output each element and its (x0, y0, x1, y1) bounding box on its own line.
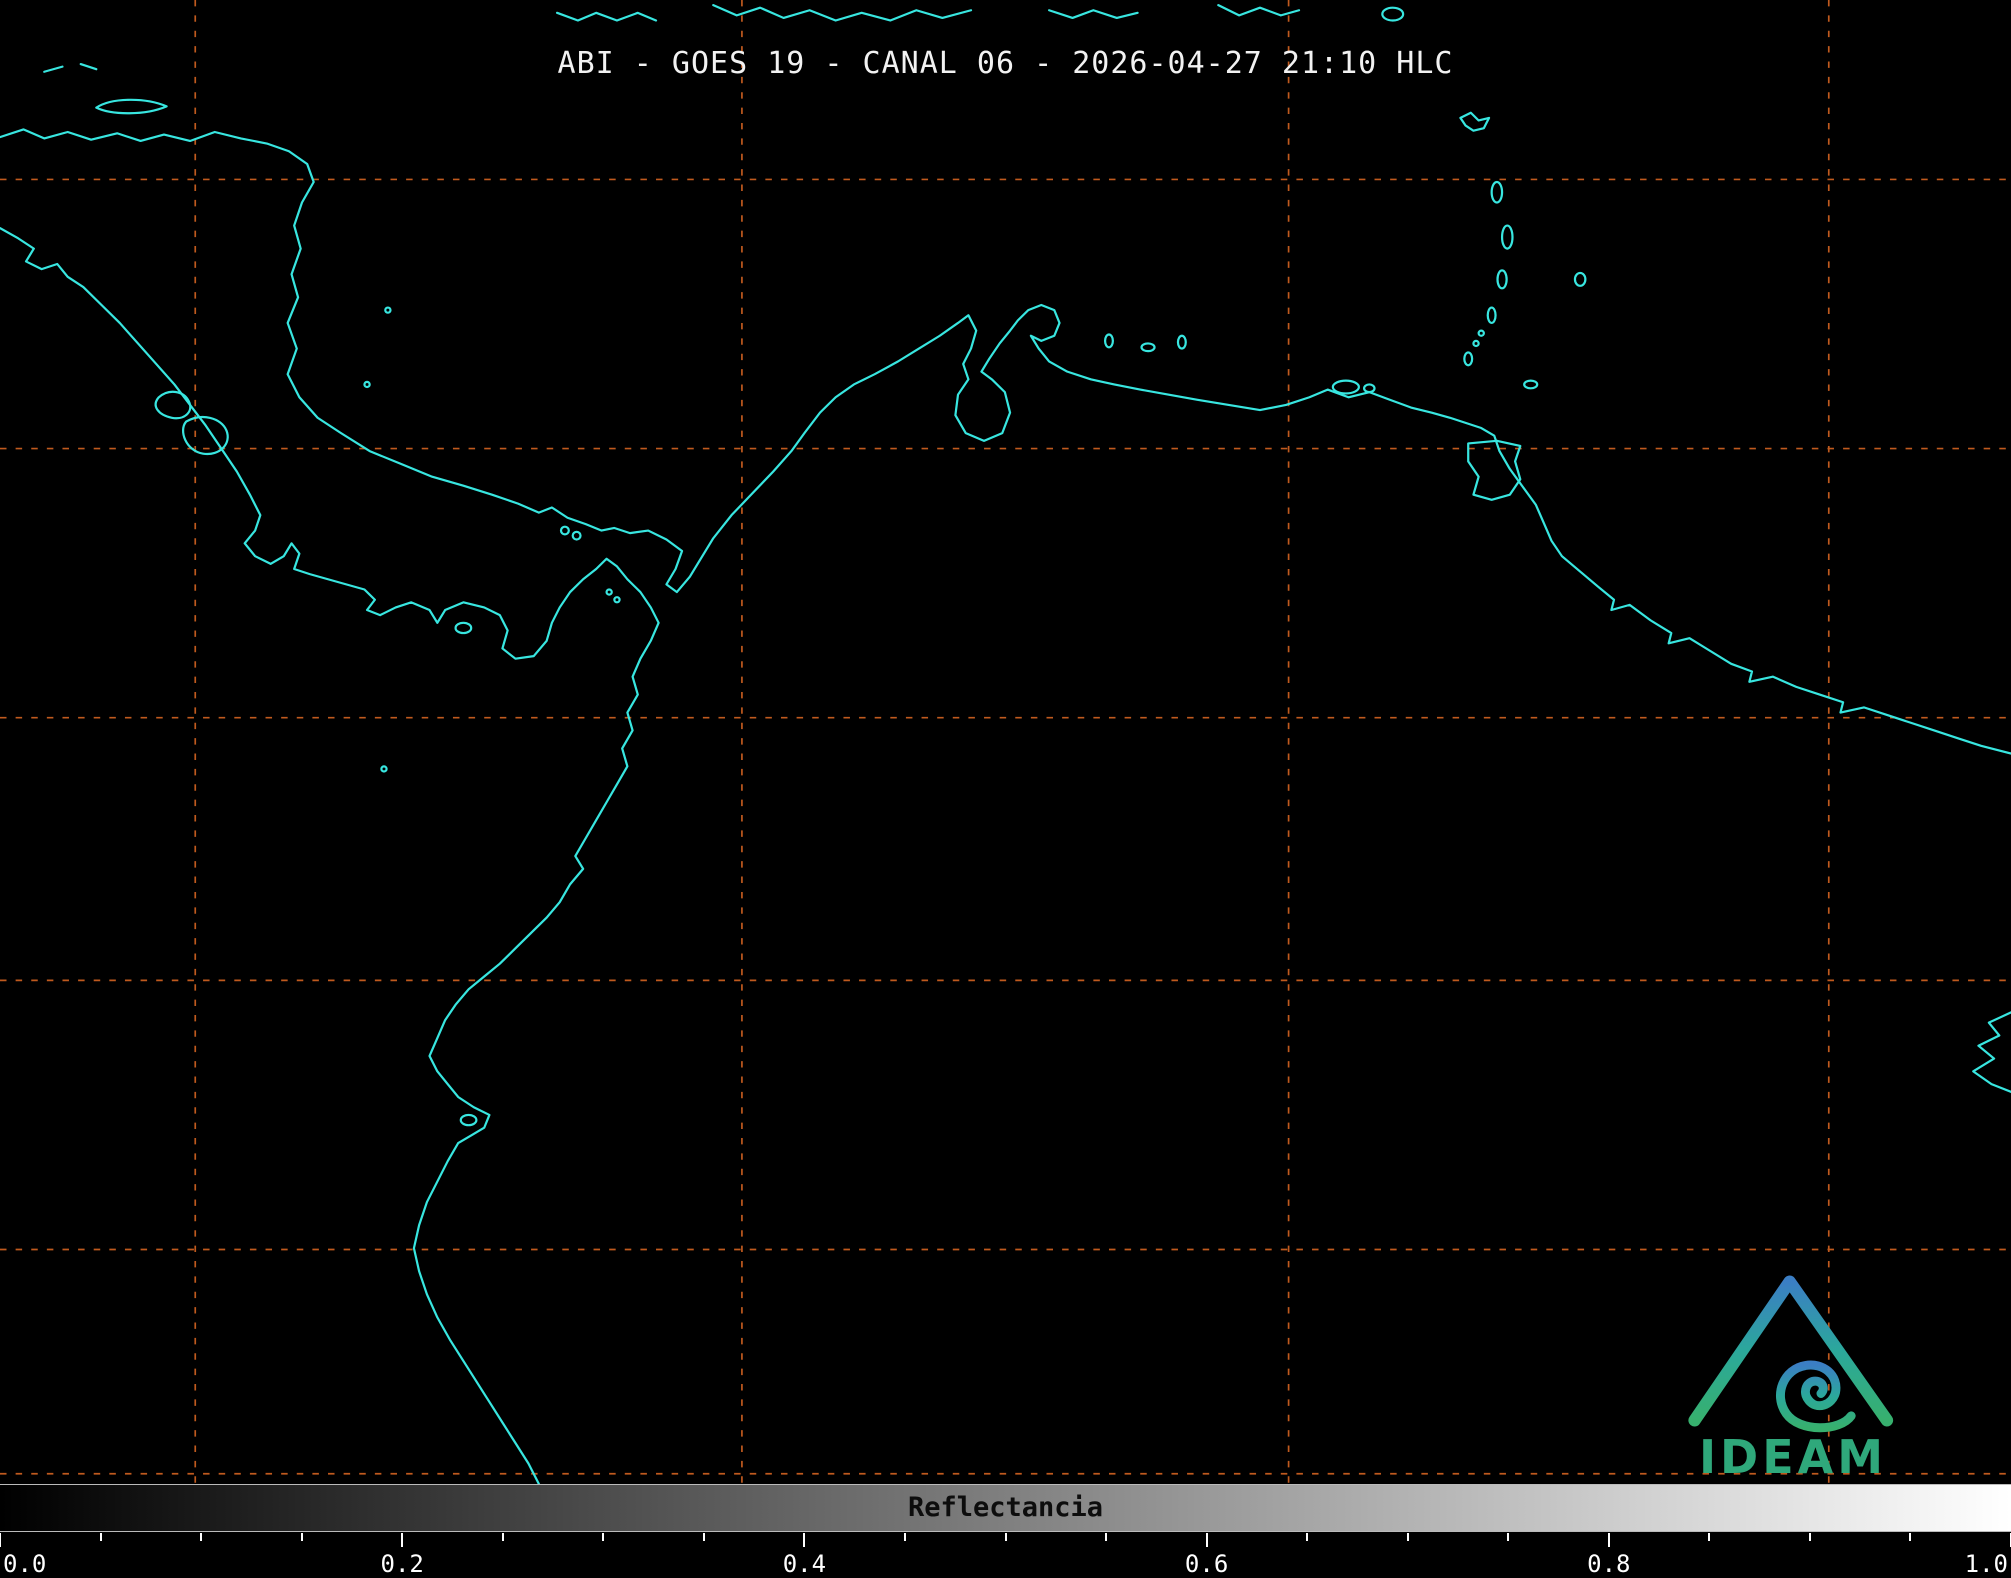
colorbar-tick-label: 0.4 (782, 1550, 827, 1578)
island-trinidad (1467, 439, 1522, 501)
island-barbados (1573, 271, 1587, 287)
colorbar-tick-label: 1.0 (1964, 1550, 2008, 1578)
minor-tick (99, 1533, 102, 1541)
island-dot (1472, 339, 1480, 348)
colorbar-tick-label: 0.6 (1184, 1550, 1229, 1578)
logo-spiral-icon (1776, 1360, 1856, 1433)
island-stlucia (1496, 269, 1508, 290)
colorbar-ticks: 0.0 0.2 0.4 0.6 0.8 1.0 (0, 1533, 2011, 1578)
minor-tick (1909, 1533, 1912, 1541)
major-tick (0, 1533, 1, 1547)
image-title: ABI - GOES 19 - CANAL 06 - 2026-04-27 21… (557, 46, 1454, 81)
coast-top-fragment (1047, 9, 1139, 20)
minor-tick (903, 1533, 906, 1541)
island-dot (605, 588, 613, 596)
island-dot (384, 306, 392, 314)
major-tick (401, 1533, 404, 1547)
coast-pacific (0, 227, 660, 1484)
ideam-logo: IDEAM (1681, 1257, 1905, 1480)
minor-tick (1306, 1533, 1309, 1541)
colorbar: Reflectancia (0, 1484, 2011, 1532)
logo-mountain-icon (1688, 1275, 1894, 1427)
minor-tick (1808, 1533, 1811, 1541)
major-tick (1607, 1533, 1610, 1547)
island-martinique (1500, 224, 1514, 250)
minor-tick (1004, 1533, 1007, 1541)
minor-tick (702, 1533, 705, 1541)
minor-tick (1406, 1533, 1409, 1541)
minor-tick (602, 1533, 605, 1541)
coast-top-fragment (1217, 4, 1301, 17)
island-dominica (1490, 180, 1504, 204)
island-margarita (1331, 379, 1360, 395)
island-curacao (1140, 342, 1156, 353)
ideam-logo-icon (1688, 1275, 1894, 1433)
coast-top-fragment (555, 11, 658, 22)
island-grenada (1463, 351, 1474, 367)
colorbar-label: Reflectancia (907, 1492, 1104, 1523)
island-top-small (1381, 6, 1405, 22)
minor-tick (300, 1533, 303, 1541)
ideam-text: IDEAM (1698, 1430, 1888, 1484)
island-guadeloupe (1459, 111, 1491, 132)
minor-tick (1708, 1533, 1711, 1541)
island-tobago (1523, 379, 1539, 390)
colorbar-tick-label: 0.8 (1587, 1550, 1631, 1578)
minor-tick (501, 1533, 504, 1541)
colorbar-tick-label: 0.2 (380, 1550, 424, 1578)
colorbar-tick-label: 0.0 (3, 1550, 47, 1578)
lake-gatun (571, 530, 582, 541)
island-dot (380, 765, 388, 773)
island-dot (363, 380, 371, 389)
island-aruba (1103, 333, 1114, 349)
major-tick (1205, 1533, 1208, 1547)
island-dot (1477, 329, 1485, 337)
island-bonaire (1176, 334, 1187, 350)
island-jamaica (95, 98, 168, 115)
coast-top-fragment (712, 4, 973, 22)
minor-tick (1105, 1533, 1108, 1541)
lake-gatun (559, 525, 570, 536)
island-dot (613, 596, 621, 604)
island-coche (1362, 383, 1376, 394)
minor-tick (1507, 1533, 1510, 1541)
coast-caribbean (0, 128, 2011, 755)
major-tick (803, 1533, 806, 1547)
island-coiba (454, 621, 473, 635)
coast-right-fragment (1972, 1011, 2011, 1093)
island-puna (459, 1113, 478, 1127)
lake-managua (154, 390, 192, 420)
satellite-map: ABI - GOES 19 - CANAL 06 - 2026-04-27 21… (0, 0, 2011, 1484)
island-stvincent (1486, 306, 1497, 325)
minor-tick (200, 1533, 203, 1541)
